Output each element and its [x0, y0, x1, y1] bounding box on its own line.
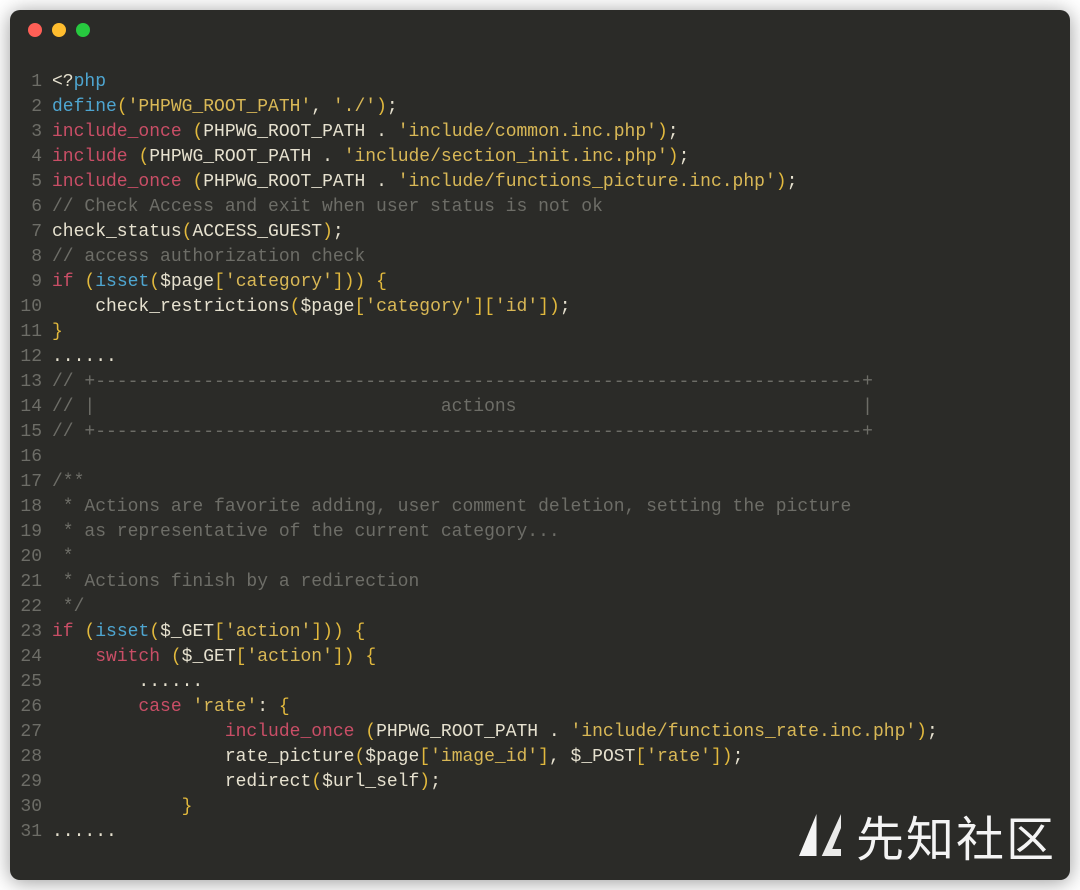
line-number: 20 [10, 545, 52, 570]
code-line[interactable]: 24 switch ($_GET['action']) { [10, 645, 1070, 670]
line-number: 6 [10, 195, 52, 220]
line-number: 26 [10, 695, 52, 720]
code-content[interactable]: include_once (PHPWG_ROOT_PATH . 'include… [52, 720, 938, 745]
code-content[interactable]: ...... [52, 345, 117, 370]
line-number: 13 [10, 370, 52, 395]
code-content[interactable]: switch ($_GET['action']) { [52, 645, 376, 670]
code-line[interactable]: 11} [10, 320, 1070, 345]
line-number: 3 [10, 120, 52, 145]
line-number: 29 [10, 770, 52, 795]
code-line[interactable]: 8// access authorization check [10, 245, 1070, 270]
code-content[interactable]: // | actions | [52, 395, 873, 420]
line-number: 17 [10, 470, 52, 495]
code-content[interactable]: * [52, 545, 74, 570]
code-content[interactable]: include (PHPWG_ROOT_PATH . 'include/sect… [52, 145, 689, 170]
code-line[interactable]: 21 * Actions finish by a redirection [10, 570, 1070, 595]
code-content[interactable]: <?php [52, 70, 106, 95]
code-line[interactable]: 1<?php [10, 70, 1070, 95]
code-line[interactable]: 2define('PHPWG_ROOT_PATH', './'); [10, 95, 1070, 120]
code-line[interactable]: 20 * [10, 545, 1070, 570]
line-number: 7 [10, 220, 52, 245]
code-window: 1<?php2define('PHPWG_ROOT_PATH', './');3… [10, 10, 1070, 880]
code-line[interactable]: 5include_once (PHPWG_ROOT_PATH . 'includ… [10, 170, 1070, 195]
code-line[interactable]: 14// | actions | [10, 395, 1070, 420]
line-number: 23 [10, 620, 52, 645]
code-line[interactable]: 28 rate_picture($page['image_id'], $_POS… [10, 745, 1070, 770]
code-line[interactable]: 25 ...... [10, 670, 1070, 695]
code-content[interactable]: if (isset($page['category'])) { [52, 270, 387, 295]
code-line[interactable]: 4include (PHPWG_ROOT_PATH . 'include/sec… [10, 145, 1070, 170]
zoom-icon[interactable] [76, 23, 90, 37]
watermark: 先知社区 [792, 800, 1056, 870]
code-content[interactable]: // +------------------------------------… [52, 370, 873, 395]
code-content[interactable]: // Check Access and exit when user statu… [52, 195, 603, 220]
line-number: 24 [10, 645, 52, 670]
code-line[interactable]: 3include_once (PHPWG_ROOT_PATH . 'includ… [10, 120, 1070, 145]
line-number: 30 [10, 795, 52, 820]
code-content[interactable]: check_restrictions($page['category']['id… [52, 295, 571, 320]
code-line[interactable]: 6// Check Access and exit when user stat… [10, 195, 1070, 220]
line-number: 21 [10, 570, 52, 595]
watermark-text: 先知社区 [856, 800, 1056, 870]
line-number: 9 [10, 270, 52, 295]
line-number: 2 [10, 95, 52, 120]
code-content[interactable]: check_status(ACCESS_GUEST); [52, 220, 344, 245]
line-number: 18 [10, 495, 52, 520]
line-number: 16 [10, 445, 52, 470]
code-content[interactable]: * Actions finish by a redirection [52, 570, 419, 595]
code-content[interactable]: * as representative of the current categ… [52, 520, 560, 545]
code-content[interactable]: ...... [52, 670, 203, 695]
code-line[interactable]: 29 redirect($url_self); [10, 770, 1070, 795]
code-content[interactable]: // access authorization check [52, 245, 365, 270]
code-content[interactable]: /** [52, 470, 84, 495]
code-line[interactable]: 19 * as representative of the current ca… [10, 520, 1070, 545]
code-content[interactable]: // +------------------------------------… [52, 420, 873, 445]
code-content[interactable]: define('PHPWG_ROOT_PATH', './'); [52, 95, 398, 120]
code-line[interactable]: 7check_status(ACCESS_GUEST); [10, 220, 1070, 245]
xianzhi-logo-icon [792, 807, 848, 863]
code-line[interactable]: 18 * Actions are favorite adding, user c… [10, 495, 1070, 520]
line-number: 31 [10, 820, 52, 845]
code-content[interactable]: * Actions are favorite adding, user comm… [52, 495, 851, 520]
code-line[interactable]: 27 include_once (PHPWG_ROOT_PATH . 'incl… [10, 720, 1070, 745]
code-line[interactable]: 15// +----------------------------------… [10, 420, 1070, 445]
code-content[interactable]: case 'rate': { [52, 695, 290, 720]
code-content[interactable]: include_once (PHPWG_ROOT_PATH . 'include… [52, 170, 797, 195]
line-number: 12 [10, 345, 52, 370]
line-number: 14 [10, 395, 52, 420]
line-number: 27 [10, 720, 52, 745]
code-content[interactable]: */ [52, 595, 84, 620]
close-icon[interactable] [28, 23, 42, 37]
line-number: 10 [10, 295, 52, 320]
line-number: 25 [10, 670, 52, 695]
code-line[interactable]: 17/** [10, 470, 1070, 495]
line-number: 8 [10, 245, 52, 270]
line-number: 22 [10, 595, 52, 620]
code-line[interactable]: 9if (isset($page['category'])) { [10, 270, 1070, 295]
line-number: 11 [10, 320, 52, 345]
code-line[interactable]: 23if (isset($_GET['action'])) { [10, 620, 1070, 645]
code-content[interactable]: include_once (PHPWG_ROOT_PATH . 'include… [52, 120, 679, 145]
code-line[interactable]: 16 [10, 445, 1070, 470]
code-line[interactable]: 26 case 'rate': { [10, 695, 1070, 720]
code-content[interactable]: ...... [52, 820, 117, 845]
code-content[interactable]: } [52, 320, 63, 345]
code-line[interactable]: 13// +----------------------------------… [10, 370, 1070, 395]
code-editor[interactable]: 1<?php2define('PHPWG_ROOT_PATH', './');3… [10, 50, 1070, 845]
titlebar [10, 10, 1070, 50]
code-content[interactable]: redirect($url_self); [52, 770, 441, 795]
line-number: 5 [10, 170, 52, 195]
line-number: 19 [10, 520, 52, 545]
code-content[interactable]: if (isset($_GET['action'])) { [52, 620, 365, 645]
minimize-icon[interactable] [52, 23, 66, 37]
code-content[interactable]: } [52, 795, 192, 820]
code-line[interactable]: 10 check_restrictions($page['category'][… [10, 295, 1070, 320]
code-line[interactable]: 12...... [10, 345, 1070, 370]
code-line[interactable]: 22 */ [10, 595, 1070, 620]
code-content[interactable]: rate_picture($page['image_id'], $_POST['… [52, 745, 743, 770]
line-number: 4 [10, 145, 52, 170]
line-number: 28 [10, 745, 52, 770]
line-number: 15 [10, 420, 52, 445]
line-number: 1 [10, 70, 52, 95]
